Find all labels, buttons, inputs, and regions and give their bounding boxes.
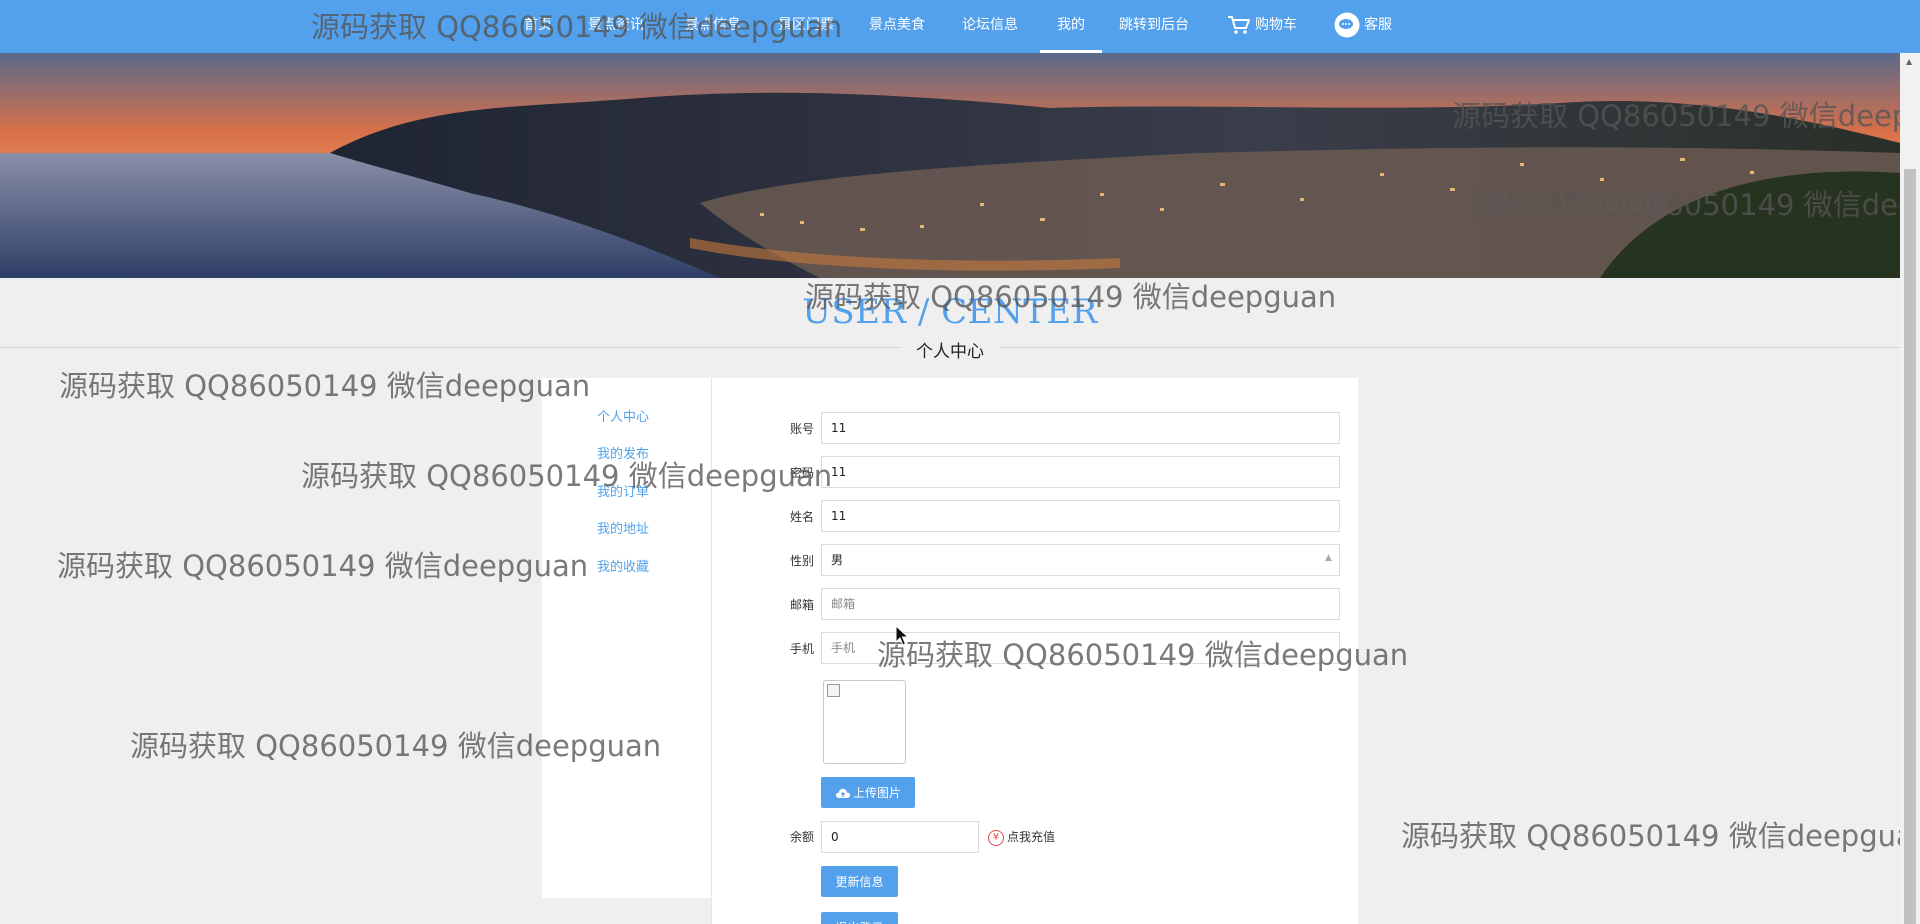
email-field[interactable]: [821, 588, 1340, 620]
watermark: 源码获取 QQ86050149 微信deepguan: [57, 549, 589, 583]
password-field[interactable]: [821, 456, 1340, 488]
update-info-button[interactable]: 更新信息: [821, 866, 898, 897]
upload-image-button[interactable]: 上传图片: [821, 777, 915, 808]
avatar-image: [823, 680, 906, 764]
nav-item-backend[interactable]: 跳转到后台: [1119, 0, 1189, 53]
scrollbar-thumb[interactable]: [1904, 169, 1916, 924]
top-nav: 首页 景点资讯 景点信息 景区门票 景点美食 论坛信息 我的 跳转到后台 购物车…: [0, 0, 1920, 53]
page-subtitle: 个人中心: [900, 337, 1000, 362]
account-field[interactable]: [821, 412, 1340, 444]
nav-item-food[interactable]: 景点美食: [869, 0, 925, 53]
gender-label: 性别: [789, 554, 814, 568]
nav-item-spot-news[interactable]: 景点资讯: [588, 0, 644, 53]
nav-item-spot-info[interactable]: 景点信息: [685, 0, 741, 53]
phone-label: 手机: [789, 642, 814, 656]
logout-button[interactable]: 退出登录: [821, 912, 898, 924]
mouse-cursor-icon: [895, 625, 909, 646]
recharge-label: 点我充值: [1007, 830, 1056, 844]
sidebar-item-my-orders[interactable]: 我的订单: [597, 481, 649, 500]
gender-value: 男: [831, 553, 844, 567]
nav-item-tickets[interactable]: 景区门票: [778, 0, 834, 53]
watermark: 源码获取 QQ86050149 微信deepguan: [1401, 819, 1920, 853]
gender-select[interactable]: 男: [821, 544, 1340, 576]
balance-label: 余额: [789, 830, 814, 844]
scroll-up-arrow-icon[interactable]: ▲: [1906, 57, 1912, 66]
name-field[interactable]: [821, 500, 1340, 532]
cart-label: 购物车: [1255, 17, 1297, 33]
cloud-upload-icon: [835, 788, 851, 798]
broken-image-icon: [827, 684, 840, 697]
sidebar-item-user-center[interactable]: 个人中心: [597, 406, 649, 425]
sidebar-item-my-favorites[interactable]: 我的收藏: [597, 556, 649, 575]
nav-item-service[interactable]: 客服: [1334, 0, 1392, 53]
banner-image: [0, 53, 1900, 278]
upload-image-label: 上传图片: [852, 785, 901, 800]
balance-field[interactable]: [821, 821, 979, 853]
chat-bubble-icon: [1334, 12, 1360, 38]
watermark: 源码获取 QQ86050149 微信deepguan: [59, 369, 591, 403]
cart-icon: [1228, 16, 1250, 34]
select-arrow-icon: ▲: [1325, 553, 1332, 563]
page-title: USER / CENTER: [802, 292, 1098, 332]
password-label: 密码: [789, 466, 814, 480]
nav-item-home[interactable]: 首页: [524, 0, 552, 53]
scrollbar[interactable]: ▲: [1900, 53, 1920, 924]
nav-item-mine[interactable]: 我的: [1040, 0, 1102, 53]
yen-icon: ¥: [988, 829, 1004, 846]
nav-item-forum[interactable]: 论坛信息: [962, 0, 1018, 53]
sidebar-item-my-posts[interactable]: 我的发布: [597, 443, 649, 462]
service-label: 客服: [1364, 17, 1392, 33]
name-label: 姓名: [789, 510, 814, 524]
email-label: 邮箱: [789, 598, 814, 612]
nav-item-cart[interactable]: 购物车: [1227, 0, 1297, 53]
recharge-link[interactable]: ¥ 点我充值: [988, 828, 1055, 846]
sidebar-item-my-address[interactable]: 我的地址: [597, 518, 649, 537]
account-label: 账号: [789, 422, 814, 436]
